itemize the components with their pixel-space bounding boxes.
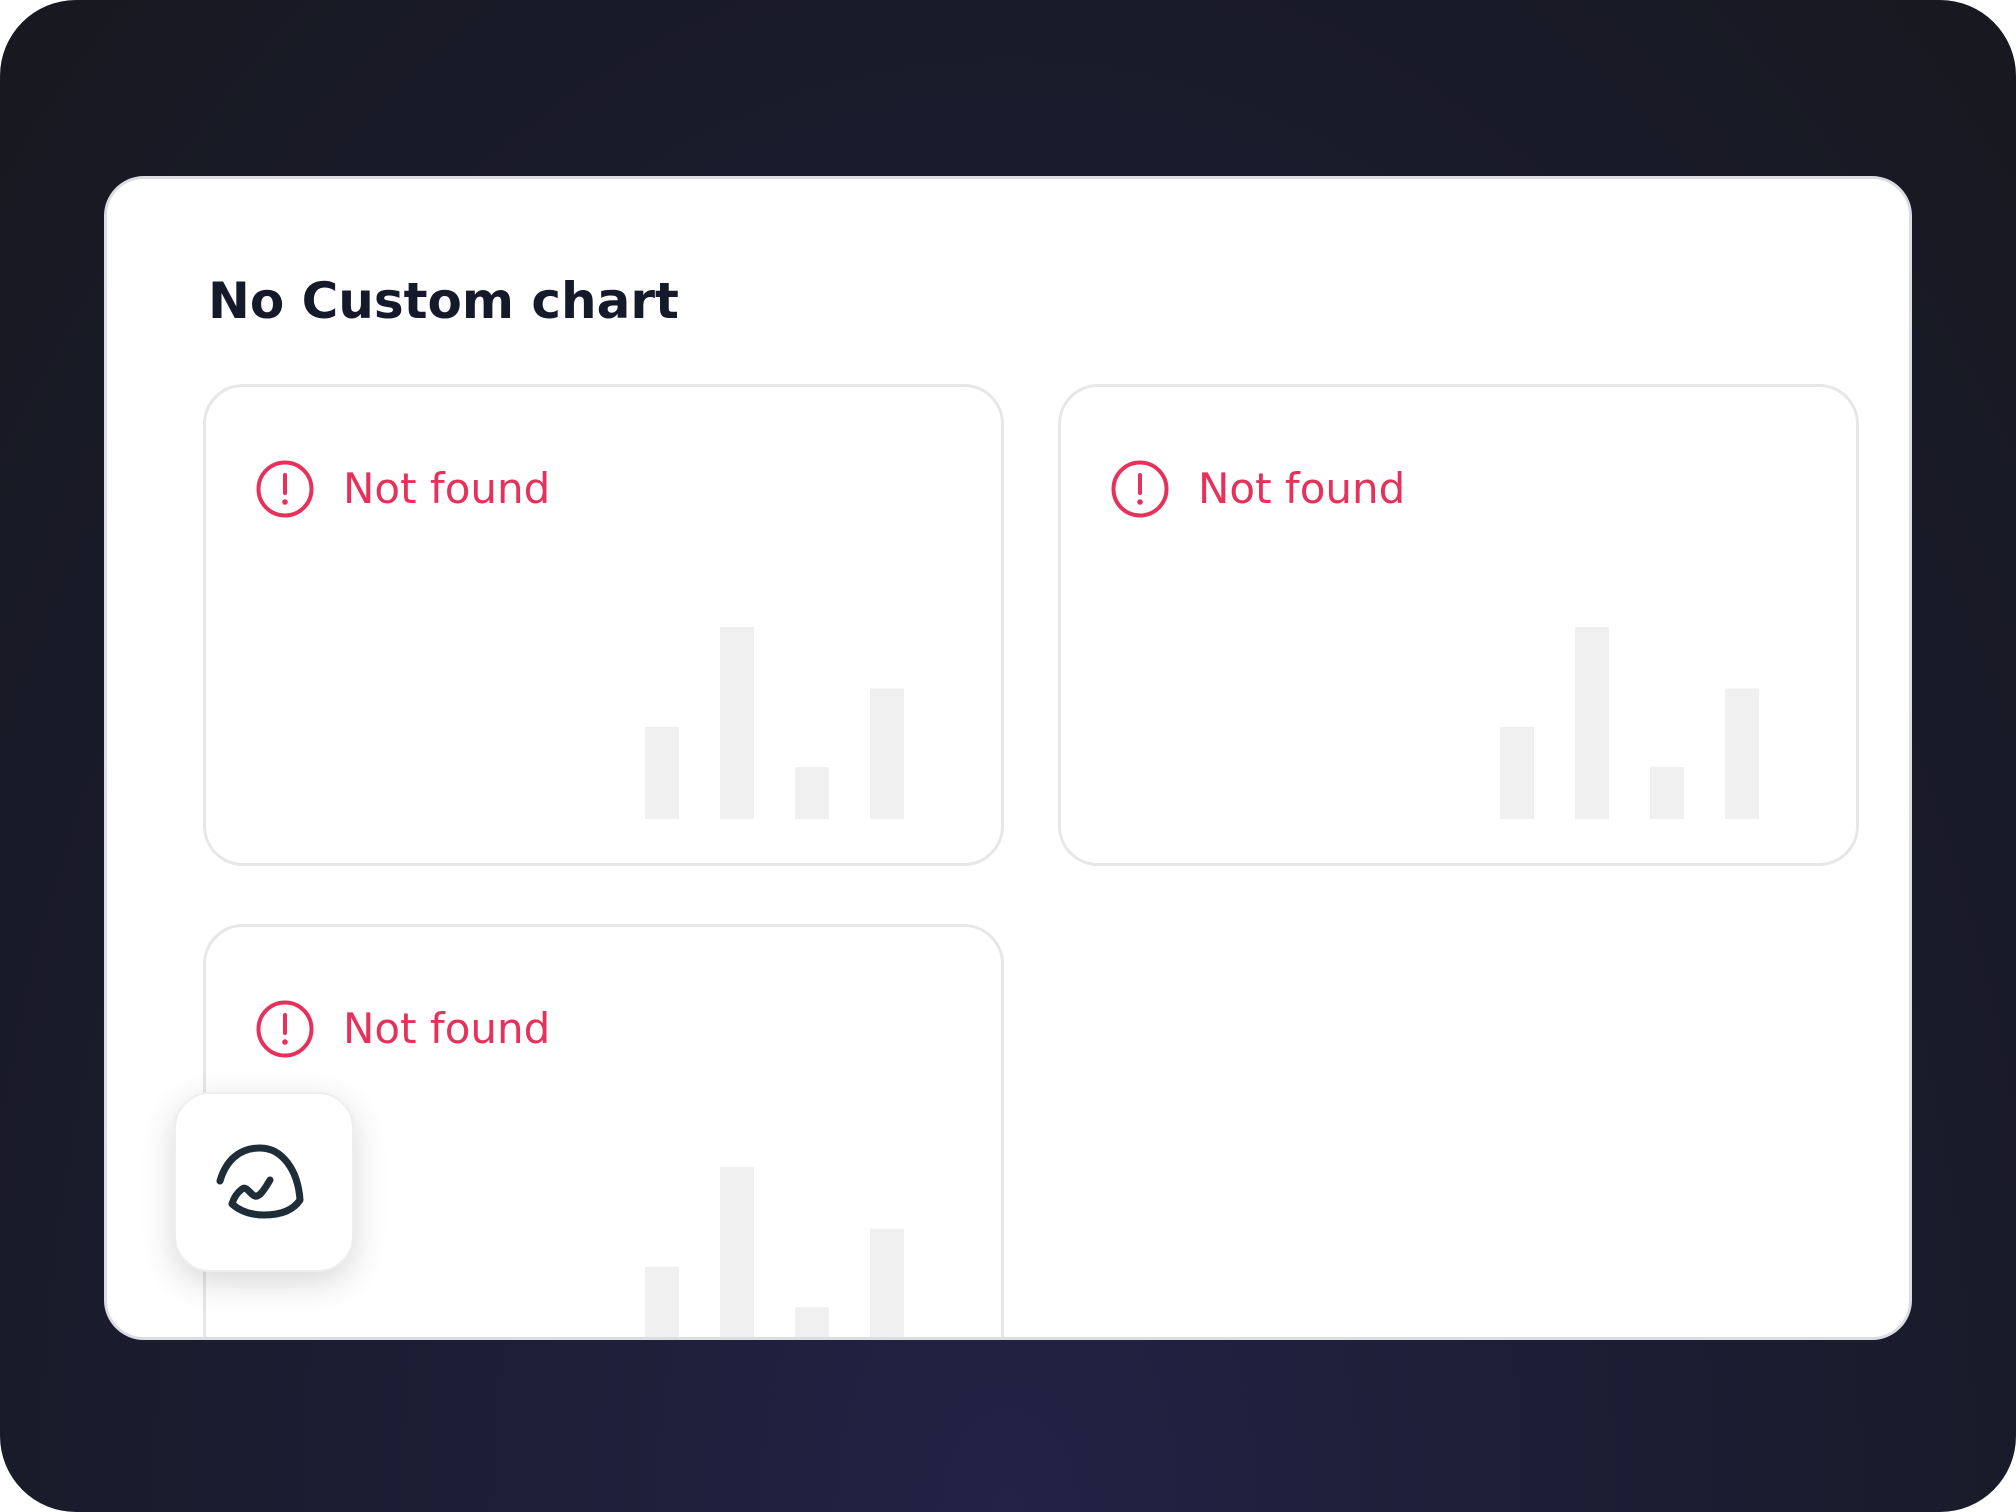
placeholder-bar — [870, 688, 904, 819]
alert-circle-icon — [256, 1000, 314, 1058]
placeholder-bar — [1500, 726, 1534, 819]
placeholder-bar — [1725, 688, 1759, 819]
chart-card: Not found — [1058, 384, 1859, 866]
placeholder-bar — [720, 1167, 754, 1337]
basecamp-logo-icon — [216, 1144, 304, 1219]
not-found-message: Not found — [343, 464, 551, 513]
placeholder-bar — [870, 1228, 904, 1337]
card-header: Not found — [1111, 460, 1405, 518]
alert-circle-icon — [1111, 460, 1169, 518]
custom-chart-panel: No Custom chart Not found Not found Not … — [104, 176, 1912, 1340]
card-header: Not found — [256, 460, 550, 518]
placeholder-bar — [795, 1307, 829, 1337]
panel-title: No Custom chart — [208, 272, 679, 330]
app-logo-tile[interactable] — [174, 1092, 354, 1272]
placeholder-bar — [645, 1266, 679, 1337]
placeholder-bar — [645, 726, 679, 819]
placeholder-bar — [1650, 767, 1684, 819]
placeholder-bar — [720, 627, 754, 819]
chart-card: Not found — [203, 384, 1004, 866]
app-frame: No Custom chart Not found Not found Not … — [0, 0, 2016, 1512]
card-header: Not found — [256, 1000, 550, 1058]
placeholder-bar — [795, 767, 829, 819]
placeholder-bar — [1575, 627, 1609, 819]
alert-circle-icon — [256, 460, 314, 518]
not-found-message: Not found — [343, 1004, 551, 1053]
not-found-message: Not found — [1198, 464, 1406, 513]
